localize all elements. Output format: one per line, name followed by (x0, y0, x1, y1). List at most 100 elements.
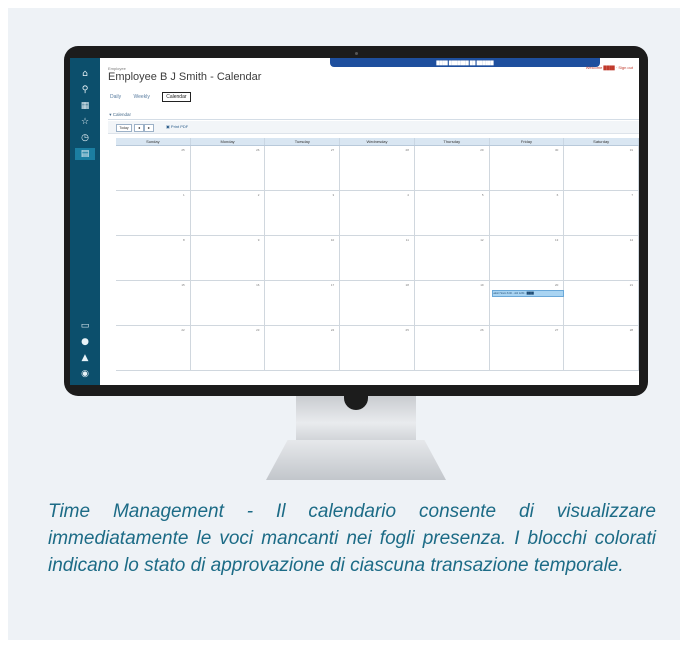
calendar-day-cell[interactable]: 15 (116, 281, 191, 325)
calendar-day-cell[interactable]: 1 (116, 191, 191, 235)
print-label: Print PDF (170, 124, 189, 129)
calendar-day-cell[interactable]: 9 (191, 236, 266, 280)
day-number: 18 (405, 283, 409, 287)
calendar-week-row: 22 23 24 25 26 27 28 (116, 326, 639, 371)
calendar-day-cell[interactable]: 25 (116, 146, 191, 190)
signout-link[interactable]: Welcome ████ · Sign out (586, 65, 633, 70)
calendar-day-cell[interactable]: 13 (490, 236, 565, 280)
day-number: 21 (629, 283, 634, 287)
tab-daily[interactable]: Daily (110, 94, 121, 100)
left-sidebar: ⌂ ⚲ ▦ ☆ ◷ ▤ ▭ ● ▲ ◉ (70, 58, 100, 385)
calendar-day-cell[interactable]: 27 (490, 326, 565, 370)
home-icon[interactable]: ⌂ (79, 68, 91, 80)
print-button[interactable]: ▣ Print PDF (166, 124, 188, 129)
bell-icon[interactable]: ▲ (79, 352, 91, 364)
calendar-day-cell[interactable]: 28 (564, 326, 639, 370)
calendar-grid: Sunday Monday Tuesday Wednesday Thursday Frid… (116, 138, 639, 371)
day-number: 27 (554, 328, 559, 332)
day-number: 12 (480, 238, 484, 242)
calendar-day-cell[interactable]: 29 (415, 146, 490, 190)
calendar-panel-header[interactable]: ▾ Calendar (108, 110, 639, 120)
day-number: 10 (330, 238, 335, 242)
app-screen: ⌂ ⚲ ▦ ☆ ◷ ▤ ▭ ● ▲ ◉ ████ ███████ ██ ████… (70, 58, 639, 385)
day-number: 1 (183, 193, 185, 197)
calendar-weeks: 25 26 27 28 29 30 31 1 2 3 4 5 6 7 8 9 10 11 12 13 14 15 16 17 1… (116, 146, 639, 371)
calendar-day-cell[interactable]: 26 (415, 326, 490, 370)
calendar-day-cell[interactable]: 22 (116, 326, 191, 370)
calendar-week-row: 1 2 3 4 5 6 7 (116, 191, 639, 236)
calendar-day-cell[interactable]: 3 (265, 191, 341, 235)
weekday-label: Tuesday (265, 138, 341, 145)
day-number: 8 (183, 238, 185, 242)
calendar-day-cell[interactable]: 23 (191, 326, 266, 370)
day-number: 2 (257, 193, 260, 197)
camera-icon (355, 52, 358, 55)
weekday-label: Sunday (116, 138, 191, 145)
calendar-day-cell[interactable]: 24 (265, 326, 341, 370)
search-icon[interactable]: ⚲ (79, 84, 91, 96)
chat-icon[interactable]: ▭ (79, 320, 91, 332)
star-icon[interactable]: ☆ (79, 116, 91, 128)
day-number: 9 (257, 238, 260, 242)
day-number: 7 (631, 193, 634, 197)
calendar-day-cell[interactable]: 20 Labor Hours 8.00 - Job 1234 · ████ (490, 281, 565, 325)
calendar-day-cell[interactable]: 25 (340, 326, 415, 370)
calendar-day-cell[interactable]: 26 (191, 146, 266, 190)
day-number: 4 (407, 193, 409, 197)
monitor-neck (296, 396, 416, 441)
day-number: 29 (480, 148, 484, 152)
day-number: 26 (480, 328, 484, 332)
calendar-day-cell[interactable]: 17 (265, 281, 341, 325)
caption-text: Time Management - Il calendario consente… (48, 501, 656, 576)
report-icon[interactable]: ▤ (75, 148, 95, 160)
today-button[interactable]: Today (116, 124, 132, 132)
monitor-base (266, 440, 446, 480)
calendar-day-cell[interactable]: 8 (116, 236, 191, 280)
calendar-day-cell[interactable]: 6 (490, 191, 565, 235)
calendar-day-cell[interactable]: 4 (340, 191, 415, 235)
calendar-day-cell[interactable]: 11 (340, 236, 415, 280)
promo-card: ⌂ ⚲ ▦ ☆ ◷ ▤ ▭ ● ▲ ◉ ████ ███████ ██ ████… (8, 8, 680, 640)
user-icon[interactable]: ◉ (79, 368, 91, 380)
calendar-day-cell[interactable]: 16 (191, 281, 266, 325)
view-tabs: Daily Weekly Calendar (110, 92, 202, 102)
calendar-day-cell[interactable]: 27 (265, 146, 341, 190)
grid-icon[interactable]: ▦ (79, 100, 91, 112)
calendar-day-cell[interactable]: 14 (564, 236, 639, 280)
calendar-week-row: 15 16 17 18 19 20 Labor Hours 8.00 - Job 1234 … (116, 281, 639, 326)
calendar-day-cell[interactable]: 28 (340, 146, 415, 190)
tab-weekly[interactable]: Weekly (134, 94, 150, 100)
panel-title: Calendar (112, 112, 132, 117)
day-number: 25 (181, 148, 185, 152)
day-number: 22 (181, 328, 185, 332)
calendar-day-cell[interactable]: 18 (340, 281, 415, 325)
day-number: 11 (405, 238, 409, 242)
calendar-day-cell[interactable]: 2 (191, 191, 266, 235)
clock-icon[interactable]: ◷ (79, 132, 91, 144)
prev-button[interactable]: ◄ (134, 124, 144, 132)
calendar-week-row: 25 26 27 28 29 30 31 (116, 146, 639, 191)
day-number: 20 (554, 283, 559, 287)
day-number: 28 (405, 148, 409, 152)
calendar-day-cell[interactable]: 12 (415, 236, 490, 280)
weekday-label: Monday (191, 138, 266, 145)
day-number: 26 (256, 148, 260, 152)
help-icon[interactable]: ● (79, 336, 91, 348)
calendar-day-cell[interactable]: 10 (265, 236, 341, 280)
day-number: 28 (629, 328, 634, 332)
calendar-day-cell[interactable]: 7 (564, 191, 639, 235)
calendar-day-cell[interactable]: 30 (490, 146, 565, 190)
page-title: Employee B J Smith - Calendar (108, 71, 262, 83)
tab-calendar[interactable]: Calendar (162, 92, 191, 102)
time-entry-event[interactable]: Labor Hours 8.00 - Job 1234 · ████ (491, 290, 564, 297)
day-number: 6 (556, 193, 559, 197)
day-number: 25 (405, 328, 409, 332)
next-button[interactable]: ► (144, 124, 154, 132)
calendar-day-cell[interactable]: 19 (415, 281, 490, 325)
day-number: 27 (330, 148, 335, 152)
calendar-day-cell[interactable]: 5 (415, 191, 490, 235)
calendar-week-row: 8 9 10 11 12 13 14 (116, 236, 639, 281)
calendar-day-cell[interactable]: 31 (564, 146, 639, 190)
weekday-label: Saturday (564, 138, 639, 145)
calendar-day-cell[interactable]: 21 (564, 281, 639, 325)
